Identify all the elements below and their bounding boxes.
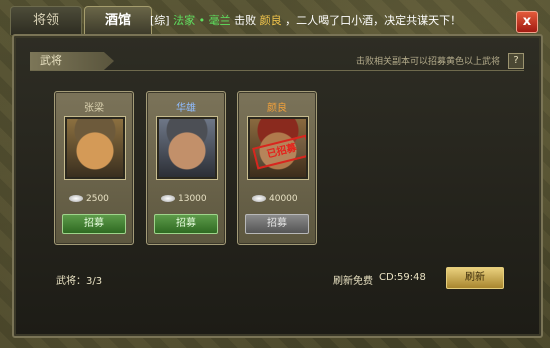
section-divider <box>30 70 524 71</box>
ticker-prefix: [综] <box>150 14 170 27</box>
general-card: 颜良 已招募 40000 招募 <box>237 91 317 245</box>
general-portrait <box>157 117 217 179</box>
refresh-free-label: 刷新免费 <box>333 276 373 287</box>
general-name: 华雄 <box>176 103 196 114</box>
close-icon[interactable]: x <box>516 11 538 33</box>
general-portrait <box>65 117 125 179</box>
ticker-player: 法家 <box>173 14 196 27</box>
general-name: 张梁 <box>84 103 104 114</box>
silver-coin-icon <box>252 195 266 202</box>
section-title: 武将 <box>30 52 114 70</box>
general-name: 颜良 <box>267 103 287 114</box>
general-count: 武将：3/3 <box>56 276 103 287</box>
general-card: 张梁 2500 招募 <box>54 91 134 245</box>
general-card: 华雄 13000 招募 <box>146 91 226 245</box>
tab-tavern[interactable]: 酒馆 <box>84 6 152 35</box>
cost-value: 13000 <box>178 194 207 204</box>
recruit-cost: 2500 <box>69 194 109 204</box>
recruit-cost: 13000 <box>161 194 207 204</box>
general-portrait: 已招募 <box>248 117 308 179</box>
ticker-verb: 击败 <box>234 14 257 27</box>
cooldown-timer: CD:59:48 <box>379 272 426 283</box>
silver-coin-icon <box>69 195 83 202</box>
news-ticker: [综] 法家 • 毫兰 击败 颜良 ，二人喝了口小酒，决定共谋天下！ <box>150 10 510 32</box>
recruit-button-disabled[interactable]: 招募 <box>245 214 309 234</box>
refresh-button[interactable]: 刷新 <box>446 267 504 289</box>
ticker-text: ，二人喝了口小酒，决定共谋天下！ <box>285 14 462 27</box>
recruit-button[interactable]: 招募 <box>62 214 126 234</box>
help-icon[interactable]: ? <box>508 53 524 69</box>
recruit-button[interactable]: 招募 <box>154 214 218 234</box>
cost-value: 2500 <box>86 194 109 204</box>
recruited-stamp: 已招募 <box>252 134 306 170</box>
silver-coin-icon <box>161 195 175 202</box>
ticker-hero: 毫兰 <box>208 14 231 27</box>
recruit-cost: 40000 <box>252 194 298 204</box>
tab-generals[interactable]: 将领 <box>10 6 82 35</box>
recruit-hint: 击败相关副本可以招募黄色以上武将 <box>355 57 500 67</box>
cost-value: 40000 <box>269 194 298 204</box>
ticker-separator: • <box>198 14 206 27</box>
ticker-target: 颜良 <box>259 14 282 27</box>
